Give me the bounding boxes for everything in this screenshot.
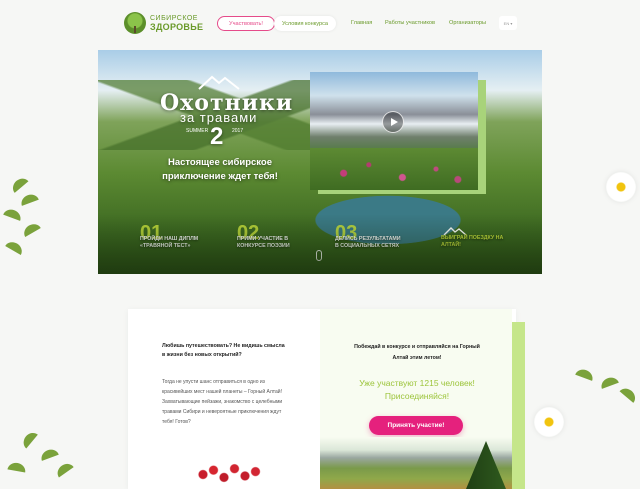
nav-works[interactable]: Работы участников [385,20,435,26]
berries-image [196,460,266,489]
decorative-branch-left [0,175,50,275]
nav-contest-conditions[interactable]: Условия конкурса [274,16,336,31]
hero-season-number: 2 [210,123,224,150]
travel-question-heading: Любишь путешествовать? Не видишь смысла … [162,343,285,358]
step-text: Прими участие в конкурсе поэзии [237,236,290,249]
tree-logo-icon [124,12,146,34]
mountain-photo [320,437,512,489]
accept-participation-button[interactable]: Принять участие! [369,416,463,435]
hero-year: 2017 [232,128,244,134]
step-text: Делись результатами в социальных сетях [335,236,401,249]
hero-summer-label: SUMMER [186,128,209,134]
logo-line-2: ЗДОРОВЬЕ [150,22,204,32]
scroll-down-icon[interactable] [316,250,322,261]
decorative-branch-bottom-left [0,425,90,489]
step-number: 02 [237,222,260,244]
trip-prize-text: Выиграй поездку на Алтай! [441,235,504,248]
step-number: 03 [335,222,358,244]
site-logo[interactable]: СИБИРСКОЕ ЗДОРОВЬЕ [124,12,203,34]
step-number: 01 [140,222,163,244]
step-text: Пройди наш Диплм «Травяной тест» [140,236,199,249]
play-icon[interactable] [382,111,404,133]
daisy-flower-icon [534,407,564,437]
daisy-flower-icon [606,172,636,202]
travel-description: Тогда не упусти шанс отправиться в одно … [162,379,283,425]
trip-mountain-icon [443,227,467,236]
contest-call-heading: Побеждай в конкурсе и отправляйся на Гор… [354,344,480,361]
mountain-logo-icon [198,75,240,90]
participate-button[interactable]: Участвовать! [217,16,275,31]
participants-count: Уже участвуют 1215 человек! Присоединяйс… [359,378,475,401]
site-header: СИБИРСКОЕ ЗДОРОВЬЕ Участвовать! Условия … [0,0,640,48]
nav-organizers[interactable]: Организаторы [449,20,486,26]
language-selector[interactable]: EN ▾ [499,16,517,30]
hero-banner: Охотники за травами SUMMER 2 2017 Настоя… [98,50,542,274]
green-accent-bar [512,322,525,489]
nav-home[interactable]: Главная [351,20,372,26]
decorative-branch-right [570,360,640,420]
hero-subtitle: Настоящее сибирское приключение ждет теб… [162,157,278,182]
